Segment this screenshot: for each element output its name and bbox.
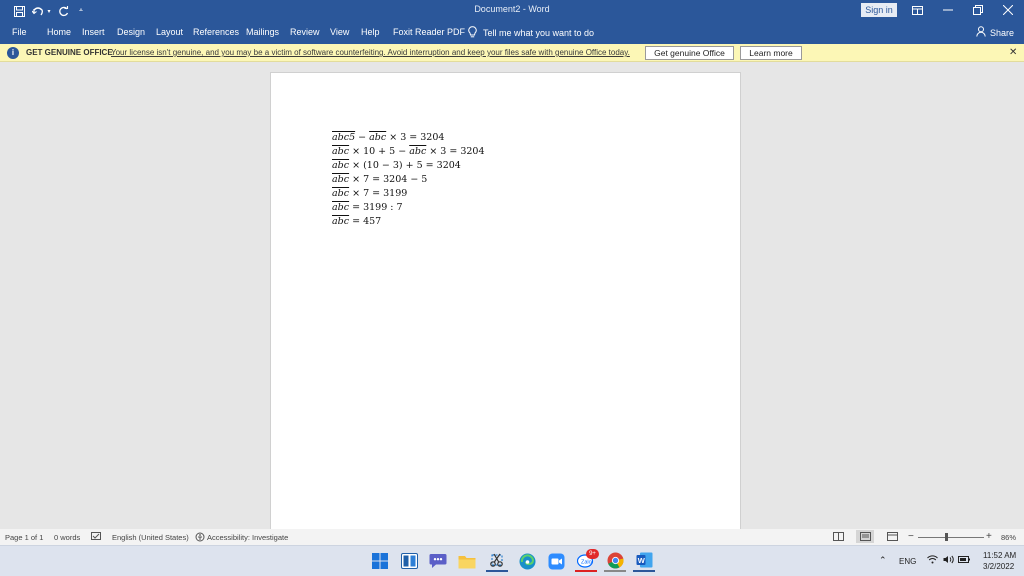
read-mode-icon[interactable] <box>833 532 844 543</box>
input-language[interactable]: ENG <box>899 557 916 566</box>
document-page[interactable]: abc5 − abc × 3 = 3204 abc × 10 + 5 − abc… <box>270 72 741 532</box>
page-count[interactable]: Page 1 of 1 <box>5 533 43 542</box>
equation-line[interactable]: abc = 3199 : 7 <box>332 201 485 215</box>
get-genuine-office-button[interactable]: Get genuine Office <box>645 46 734 60</box>
chrome-browser-icon[interactable] <box>604 550 626 572</box>
equation-line[interactable]: abc × 7 = 3199 <box>332 187 485 201</box>
person-icon <box>976 26 986 39</box>
word-count[interactable]: 0 words <box>54 533 80 542</box>
notification-message-link[interactable]: Your license isn't genuine, and you may … <box>111 48 630 57</box>
proofing-icon[interactable] <box>91 532 101 543</box>
zoom-slider[interactable] <box>918 536 984 538</box>
battery-icon[interactable] <box>958 555 971 566</box>
sign-in-button[interactable]: Sign in <box>861 3 897 17</box>
learn-more-button[interactable]: Learn more <box>740 46 802 60</box>
minimize-icon[interactable] <box>938 2 958 18</box>
accessibility-status[interactable]: Accessibility: Investigate <box>207 533 288 542</box>
share-button[interactable]: Share <box>976 26 1014 39</box>
accessibility-icon[interactable] <box>195 532 205 544</box>
ribbon-display-options-icon[interactable] <box>907 2 927 18</box>
tab-home[interactable]: Home <box>47 27 71 37</box>
tab-insert[interactable]: Insert <box>82 27 105 37</box>
tell-me-label: Tell me what you want to do <box>483 28 595 38</box>
ribbon-tabs: File Home Insert Design Layout Reference… <box>0 22 1024 44</box>
snipping-tool-icon[interactable] <box>486 550 508 572</box>
clock-date[interactable]: 3/2/2022 <box>983 562 1014 571</box>
tab-references[interactable]: References <box>193 27 239 37</box>
tab-design[interactable]: Design <box>117 27 145 37</box>
file-explorer-icon[interactable] <box>456 550 478 572</box>
notification-heading: GET GENUINE OFFICE <box>26 48 113 57</box>
language-status[interactable]: English (United States) <box>112 533 189 542</box>
share-label: Share <box>990 27 1015 38</box>
zoom-meetings-icon[interactable] <box>545 550 567 572</box>
equation-line[interactable]: abc × 10 + 5 − abc × 3 = 3204 <box>332 145 485 159</box>
tab-foxit-reader-pdf[interactable]: Foxit Reader PDF <box>393 27 465 37</box>
word-app-icon[interactable]: W <box>633 550 655 572</box>
equation-line[interactable]: abc × 7 = 3204 − 5 <box>332 173 485 187</box>
edge-browser-icon[interactable] <box>516 550 538 572</box>
equation-block[interactable]: abc5 − abc × 3 = 3204 abc × 10 + 5 − abc… <box>332 131 485 229</box>
widgets-icon[interactable] <box>398 550 420 572</box>
lightbulb-icon <box>468 26 477 40</box>
title-bar: ▾ ⩡ Document2 - Word Sign in <box>0 0 1024 22</box>
zoom-level[interactable]: 86% <box>1001 533 1016 542</box>
taskbar: Zalo 9+ W ⌃ ENG 11:52 AM 3/2/2022 <box>0 545 1024 576</box>
restore-icon[interactable] <box>968 2 988 18</box>
equation-line[interactable]: abc5 − abc × 3 = 3204 <box>332 131 485 145</box>
zoom-out-icon[interactable]: − <box>908 531 914 542</box>
status-bar: Page 1 of 1 0 words English (United Stat… <box>0 529 1024 545</box>
tab-layout[interactable]: Layout <box>156 27 183 37</box>
notification-badge: 9+ <box>586 549 599 559</box>
equation-line[interactable]: abc = 457 <box>332 215 485 229</box>
volume-icon[interactable] <box>943 555 954 566</box>
windows-start-icon[interactable] <box>369 550 391 572</box>
close-icon[interactable] <box>998 2 1018 18</box>
wifi-icon[interactable] <box>927 555 938 566</box>
genuine-office-notification: i GET GENUINE OFFICE Your license isn't … <box>0 44 1024 62</box>
svg-text:W: W <box>637 556 645 565</box>
web-layout-icon[interactable] <box>887 532 898 543</box>
clock-time[interactable]: 11:52 AM <box>983 551 1016 560</box>
tab-file[interactable]: File <box>12 27 27 37</box>
print-layout-icon[interactable] <box>856 530 874 543</box>
equation-line[interactable]: abc × (10 − 3) + 5 = 3204 <box>332 159 485 173</box>
zoom-slider-thumb[interactable] <box>945 533 948 541</box>
zoom-in-icon[interactable]: + <box>986 531 992 542</box>
tab-view[interactable]: View <box>330 27 349 37</box>
tab-mailings[interactable]: Mailings <box>246 27 279 37</box>
notification-close-icon[interactable]: ✕ <box>1009 47 1017 58</box>
tab-review[interactable]: Review <box>290 27 320 37</box>
tell-me-search[interactable]: Tell me what you want to do <box>468 25 594 41</box>
show-hidden-icons-icon[interactable]: ⌃ <box>879 555 887 566</box>
tab-help[interactable]: Help <box>361 27 380 37</box>
info-icon: i <box>7 47 19 59</box>
svg-text:Zalo: Zalo <box>581 560 592 566</box>
teams-chat-icon[interactable] <box>427 550 449 572</box>
